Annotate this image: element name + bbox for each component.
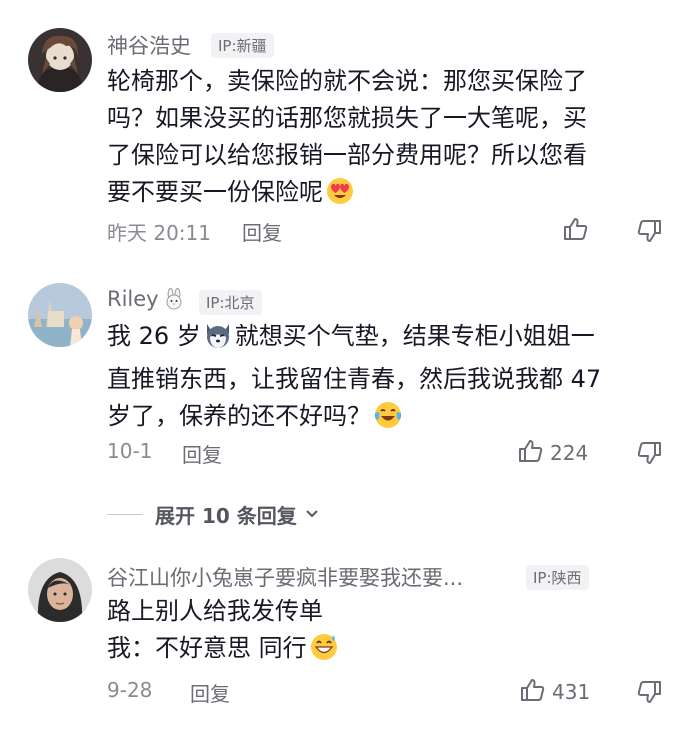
- comment-time: 10-1: [107, 439, 153, 463]
- comment-text: 我 26 岁 就想买个气垫，结果专柜小姐姐一 直推销东西，让我留住青春，然后我说…: [107, 318, 667, 441]
- username[interactable]: 神谷浩史: [107, 30, 191, 60]
- ip-location-badge: IP:陕西: [526, 565, 589, 590]
- reply-button[interactable]: 回复: [190, 678, 230, 707]
- comment-line: 我 26 岁: [107, 322, 201, 350]
- thumbs-up-icon: [520, 677, 546, 707]
- thumbs-up-icon: [518, 438, 544, 468]
- husky-dog-emoji-icon: [203, 320, 233, 361]
- reply-button[interactable]: 回复: [182, 439, 222, 468]
- comment-line: 就想买个气垫，结果专柜小姐姐一: [234, 322, 595, 350]
- comment-item: 神谷浩史 IP:新疆 轮椅那个，卖保险的就不会说：那您买保险了 吗？如果没买的话…: [0, 0, 690, 260]
- ip-location-badge: IP:新疆: [211, 33, 274, 58]
- dislike-button[interactable]: [636, 218, 662, 248]
- ip-location-badge: IP:北京: [199, 290, 262, 315]
- like-count: 224: [550, 441, 589, 465]
- like-count: 431: [552, 680, 591, 704]
- comment-text: 轮椅那个，卖保险的就不会说：那您买保险了 吗？如果没买的话那您就损失了一大笔呢，…: [107, 63, 667, 217]
- expand-replies-button[interactable]: 展开 10 条回复: [107, 500, 321, 529]
- thumbs-up-icon: [563, 216, 589, 246]
- dislike-button[interactable]: [636, 679, 662, 709]
- crying-laughing-emoji-icon: [373, 400, 403, 441]
- comment-line-with-emoji: 岁了，保养的还不好吗？: [107, 398, 667, 441]
- thumbs-down-icon: [636, 681, 662, 709]
- username[interactable]: 谷江山你小兔崽子要疯非要娶我还要...: [107, 562, 463, 592]
- comment-line: 直推销东西，让我留住青春，然后我说我都 47: [107, 365, 602, 393]
- divider: [107, 514, 143, 515]
- reply-button[interactable]: 回复: [242, 217, 282, 246]
- comment-time: 9-28: [107, 678, 153, 702]
- comment-line-with-emoji: 我：不好意思 同行: [107, 630, 667, 673]
- comment-time: 昨天 20:11: [107, 221, 211, 245]
- heart-eyes-emoji-icon: [325, 176, 355, 217]
- like-button[interactable]: 224: [518, 438, 588, 468]
- username[interactable]: Riley: [107, 287, 185, 315]
- expand-replies-label: 展开 10 条回复: [155, 504, 297, 528]
- like-button[interactable]: [563, 216, 589, 246]
- comment-line: 轮椅那个，卖保险的就不会说：那您买保险了: [107, 67, 587, 95]
- comment-line: 要不要买一份保险呢: [107, 178, 323, 206]
- comment-line: 吗？如果没买的话那您就损失了一大笔呢，买: [107, 104, 587, 132]
- avatar[interactable]: [28, 558, 92, 622]
- comment-text: 路上别人给我发传单 我：不好意思 同行: [107, 593, 667, 673]
- like-button[interactable]: 431: [520, 677, 590, 707]
- grinning-sweat-emoji-icon: [309, 632, 339, 673]
- rabbit-emoji-icon: [163, 288, 185, 315]
- comment-line-with-emoji: 我 26 岁 就想买个气垫，结果专柜小姐姐一: [107, 318, 667, 361]
- comment-line: 岁了，保养的还不好吗？: [107, 402, 371, 430]
- comment-line: 路上别人给我发传单: [107, 597, 323, 625]
- comment-line: 了保险可以给您报销一部分费用呢？所以您看: [107, 141, 587, 169]
- dislike-button[interactable]: [636, 440, 662, 470]
- thumbs-down-icon: [636, 442, 662, 470]
- comment-line: 我：不好意思 同行: [107, 634, 307, 662]
- avatar[interactable]: [28, 28, 92, 92]
- avatar[interactable]: [28, 283, 92, 347]
- thumbs-down-icon: [636, 220, 662, 248]
- comment-line-with-emoji: 要不要买一份保险呢: [107, 174, 667, 217]
- username-text: Riley: [107, 287, 159, 311]
- chevron-down-icon: [303, 504, 321, 526]
